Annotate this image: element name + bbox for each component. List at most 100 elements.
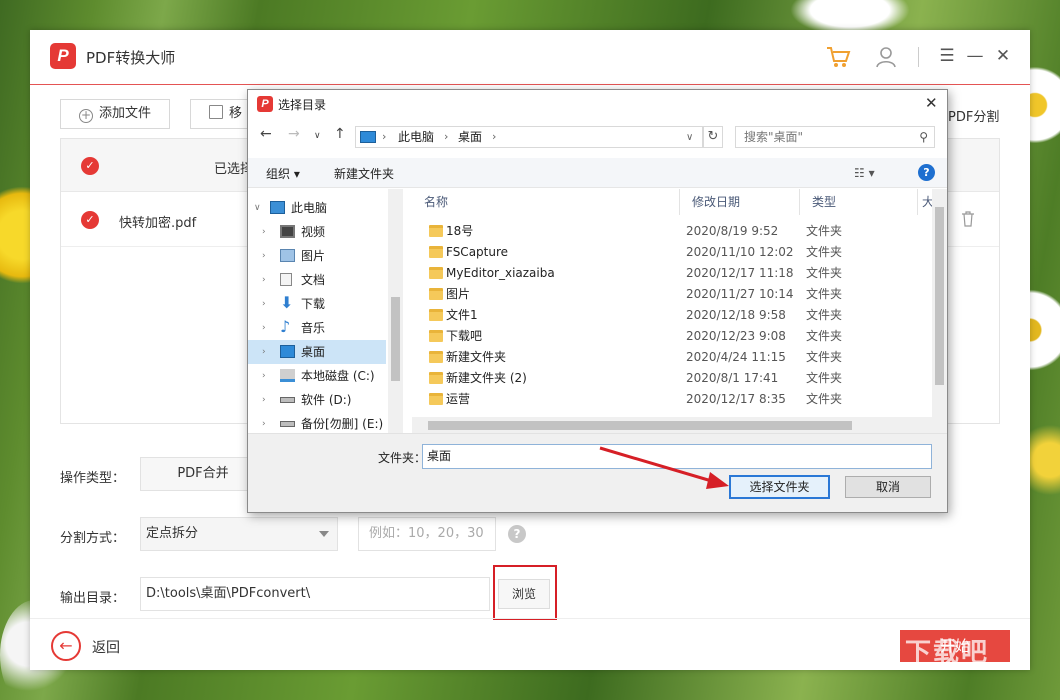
- dialog-close-button[interactable]: ✕: [925, 94, 938, 112]
- tree-item-video[interactable]: › 视频: [248, 220, 386, 244]
- select-all-checkbox[interactable]: ✓: [81, 157, 99, 175]
- chevron-right-icon[interactable]: ›: [262, 316, 266, 340]
- organize-menu[interactable]: 组织 ▾: [266, 165, 300, 182]
- chevron-right-icon[interactable]: ›: [262, 292, 266, 316]
- menu-icon[interactable]: ☰: [936, 44, 958, 68]
- trash-icon[interactable]: [961, 211, 975, 227]
- chevron-right-icon[interactable]: ›: [262, 412, 266, 433]
- forward-nav-icon[interactable]: →: [288, 126, 300, 142]
- tree-item-music[interactable]: › ♪ 音乐: [248, 316, 386, 340]
- list-item[interactable]: 新建文件夹 (2) 2020/8/1 17:41 文件夹: [412, 368, 932, 389]
- plus-icon: +: [79, 108, 93, 123]
- user-icon[interactable]: [873, 44, 899, 70]
- chevron-right-icon: ›: [492, 130, 497, 143]
- tree-item-documents[interactable]: › 文档: [248, 268, 386, 292]
- tree-item-label: 此电脑: [291, 201, 328, 215]
- horizontal-scrollbar-thumb[interactable]: [428, 421, 852, 430]
- remove-button[interactable]: 移: [190, 99, 250, 129]
- file-item-date: 2020/12/17 11:18: [686, 266, 794, 280]
- pdf-split-link[interactable]: PDF分割: [948, 106, 999, 125]
- document-folder-icon: [280, 273, 292, 286]
- tree-item-this-pc[interactable]: ∨ 此电脑: [248, 196, 386, 220]
- folder-icon: [429, 393, 443, 405]
- title-separator: [918, 47, 919, 67]
- folder-icon: [429, 288, 443, 300]
- cart-icon[interactable]: [825, 44, 851, 70]
- column-type[interactable]: 类型: [800, 189, 918, 215]
- folder-icon: [429, 372, 443, 384]
- tree-item-label: 本地磁盘 (C:): [301, 369, 375, 383]
- file-item-date: 2020/8/1 17:41: [686, 371, 779, 385]
- chevron-right-icon[interactable]: ›: [262, 388, 266, 412]
- video-folder-icon: [280, 225, 295, 238]
- help-icon[interactable]: ?: [918, 164, 935, 181]
- tree-item-desktop[interactable]: › 桌面: [248, 340, 386, 364]
- recent-dropdown-icon[interactable]: ∨: [314, 131, 321, 141]
- list-item[interactable]: FSCapture 2020/11/10 12:02 文件夹: [412, 242, 932, 263]
- up-nav-icon[interactable]: ↑: [334, 126, 346, 142]
- chevron-right-icon: ›: [444, 130, 449, 143]
- search-input[interactable]: 搜索"桌面" ⚲: [735, 126, 935, 148]
- file-item-name: FSCapture: [446, 245, 509, 259]
- view-options-icon[interactable]: ☷ ▾: [854, 166, 875, 180]
- folder-input[interactable]: 桌面: [422, 444, 932, 469]
- trash-icon: [209, 105, 223, 119]
- file-item-date: 2020/4/24 11:15: [686, 350, 786, 364]
- chevron-right-icon[interactable]: ›: [262, 244, 266, 268]
- row-checkbox[interactable]: ✓: [81, 211, 99, 229]
- list-item[interactable]: 下载吧 2020/12/23 9:08 文件夹: [412, 326, 932, 347]
- chevron-right-icon[interactable]: ›: [262, 220, 266, 244]
- file-item-type: 文件夹: [806, 287, 843, 301]
- file-item-date: 2020/12/23 9:08: [686, 329, 786, 343]
- cancel-button[interactable]: 取消: [845, 476, 931, 498]
- column-size[interactable]: 大: [918, 189, 932, 215]
- file-list-header: 名称 修改日期 类型 大: [412, 189, 947, 215]
- file-list-scrollbar-thumb[interactable]: [935, 207, 944, 385]
- help-icon[interactable]: ?: [508, 525, 526, 543]
- list-item[interactable]: 18号 2020/8/19 9:52 文件夹: [412, 221, 932, 242]
- split-method-select[interactable]: 定点拆分: [140, 517, 338, 551]
- add-file-label: 添加文件: [99, 106, 152, 121]
- minimize-button[interactable]: —: [964, 44, 986, 68]
- tree-item-downloads[interactable]: › ⬇ 下载: [248, 292, 386, 316]
- output-dir-input[interactable]: D:\tools\桌面\PDFconvert\: [140, 577, 490, 611]
- tree-item-pictures[interactable]: › 图片: [248, 244, 386, 268]
- column-modified[interactable]: 修改日期: [680, 189, 800, 215]
- add-file-button[interactable]: + 添加文件: [60, 99, 170, 129]
- tree-item-label: 视频: [301, 225, 326, 239]
- new-folder-button[interactable]: 新建文件夹: [334, 165, 394, 182]
- file-item-name: 下载吧: [446, 329, 483, 343]
- back-nav-icon[interactable]: ←: [260, 126, 272, 142]
- list-item[interactable]: MyEditor_xiazaiba 2020/12/17 11:18 文件夹: [412, 263, 932, 284]
- select-folder-button[interactable]: 选择文件夹: [729, 475, 830, 499]
- command-bar: 组织 ▾ 新建文件夹 ☷ ▾ ?: [248, 158, 947, 188]
- back-arrow-icon[interactable]: ←: [51, 631, 81, 661]
- tree-item-disk-d[interactable]: › 软件 (D:): [248, 388, 386, 412]
- output-dir-label: 输出目录：: [60, 591, 126, 606]
- chevron-down-icon[interactable]: ∨: [254, 196, 261, 220]
- app-logo-icon: P: [50, 43, 76, 69]
- chevron-right-icon[interactable]: ›: [262, 268, 266, 292]
- computer-icon: [360, 131, 376, 143]
- tree-scrollbar-thumb[interactable]: [391, 297, 400, 381]
- tree-item-disk-c[interactable]: › 本地磁盘 (C:): [248, 364, 386, 388]
- refresh-icon[interactable]: ↻: [703, 126, 723, 148]
- list-item[interactable]: 新建文件夹 2020/4/24 11:15 文件夹: [412, 347, 932, 368]
- back-link[interactable]: 返回: [92, 637, 120, 657]
- list-item[interactable]: 文件1 2020/12/18 9:58 文件夹: [412, 305, 932, 326]
- chevron-right-icon[interactable]: ›: [262, 364, 266, 388]
- column-name[interactable]: 名称: [412, 189, 680, 215]
- disk-c-icon: [280, 369, 295, 382]
- split-points-input[interactable]: 例如：10，20，30: [358, 517, 496, 551]
- file-item-type: 文件夹: [806, 224, 843, 238]
- address-bar[interactable]: › 此电脑 › 桌面 › ∨: [355, 126, 703, 148]
- breadcrumb-desktop[interactable]: 桌面: [458, 127, 482, 147]
- list-item[interactable]: 图片 2020/11/27 10:14 文件夹: [412, 284, 932, 305]
- chevron-down-icon[interactable]: ∨: [686, 128, 693, 148]
- chevron-right-icon[interactable]: ›: [262, 340, 266, 364]
- list-item[interactable]: 运营 2020/12/17 8:35 文件夹: [412, 389, 932, 410]
- folder-icon: [429, 309, 443, 321]
- breadcrumb-this-pc[interactable]: 此电脑: [398, 127, 434, 147]
- close-button[interactable]: ✕: [992, 44, 1014, 68]
- tree-item-disk-e[interactable]: › 备份[勿删] (E:): [248, 412, 386, 433]
